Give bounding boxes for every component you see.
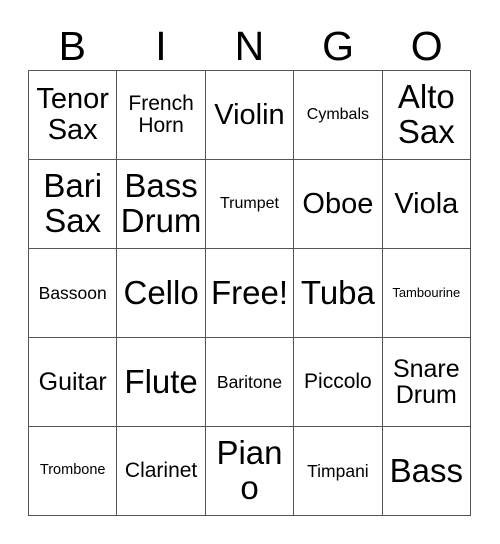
bingo-cell-label: Tambourine — [392, 285, 461, 301]
bingo-cell[interactable]: Trumpet — [205, 160, 295, 249]
bingo-cell[interactable]: Flute — [117, 338, 206, 427]
bingo-header-row: B I N G O — [28, 22, 471, 70]
bingo-cell[interactable]: Piano — [205, 427, 295, 516]
bingo-cell[interactable]: Oboe — [294, 160, 383, 249]
bingo-cell-label: Guitar — [38, 367, 107, 396]
bingo-cell[interactable]: Timpani — [294, 427, 383, 516]
bingo-cell[interactable]: Tenor Sax — [29, 71, 118, 160]
bingo-cell-label: Alto Sax — [397, 78, 455, 150]
bingo-cell-free[interactable]: Free! — [205, 249, 295, 338]
bingo-cell[interactable]: Tuba — [294, 249, 383, 338]
bingo-cell-label: Timpani — [307, 460, 369, 481]
bingo-cell-label: Flute — [124, 362, 198, 400]
bingo-header-letter-o: O — [410, 23, 443, 69]
bingo-cell-label: Bassoon — [38, 282, 107, 303]
bingo-cell-label: Cymbals — [306, 105, 369, 123]
bingo-header-letter-i: I — [155, 23, 167, 69]
bingo-cell[interactable]: Clarinet — [117, 427, 206, 516]
bingo-cell[interactable]: Alto Sax — [382, 71, 471, 160]
bingo-cell[interactable]: Bass — [382, 427, 471, 516]
bingo-cell[interactable]: Tambourine — [382, 249, 471, 338]
bingo-cell-label: Snare Drum — [392, 354, 460, 409]
bingo-cell-label: Trombone — [39, 462, 106, 479]
bingo-cell[interactable]: Bari Sax — [29, 160, 118, 249]
bingo-grid: Tenor Sax French Horn Violin Cymbals Alto Sa… — [28, 70, 471, 516]
bingo-cell[interactable]: Bassoon — [29, 249, 118, 338]
bingo-cell[interactable]: Guitar — [29, 338, 118, 427]
bingo-cell[interactable]: Bass Drum — [117, 160, 206, 249]
bingo-cell[interactable]: Viola — [382, 160, 471, 249]
bingo-cell-label: Tuba — [300, 273, 375, 311]
bingo-cell-label: Trumpet — [220, 194, 279, 212]
bingo-cell-label: Piano — [216, 434, 283, 506]
bingo-cell-label: Oboe — [302, 187, 374, 220]
bingo-cell-label: Tenor Sax — [36, 83, 109, 146]
bingo-cell[interactable]: Snare Drum — [382, 338, 471, 427]
bingo-header-letter-b: B — [58, 23, 86, 69]
bingo-cell-label: Bass Drum — [120, 167, 202, 239]
bingo-cell[interactable]: Violin — [205, 71, 295, 160]
bingo-cell-label: Cello — [123, 273, 199, 311]
bingo-cell[interactable]: Baritone — [205, 338, 295, 427]
bingo-cell-label: Baritone — [216, 371, 283, 392]
bingo-cell-label: Piccolo — [304, 369, 372, 393]
bingo-cell-label: French Horn — [128, 91, 194, 137]
bingo-cell[interactable]: Cymbals — [294, 71, 383, 160]
bingo-cell-label: Bass — [389, 451, 463, 489]
bingo-cell[interactable]: Trombone — [29, 427, 118, 516]
bingo-cell-label: Bari Sax — [43, 167, 103, 239]
bingo-header-letter-g: G — [322, 23, 355, 69]
bingo-cell[interactable]: Cello — [117, 249, 206, 338]
bingo-cell-label: Viola — [394, 187, 459, 220]
bingo-cell-label: Clarinet — [124, 458, 198, 482]
bingo-cell[interactable]: Piccolo — [294, 338, 383, 427]
bingo-header-letter-n: N — [234, 23, 265, 69]
bingo-cell[interactable]: French Horn — [117, 71, 206, 160]
bingo-cell-label: Free! — [210, 273, 288, 311]
bingo-cell-label: Violin — [214, 98, 285, 131]
bingo-card: B I N G O Tenor Sax French Horn Violin Cymb… — [0, 0, 500, 544]
